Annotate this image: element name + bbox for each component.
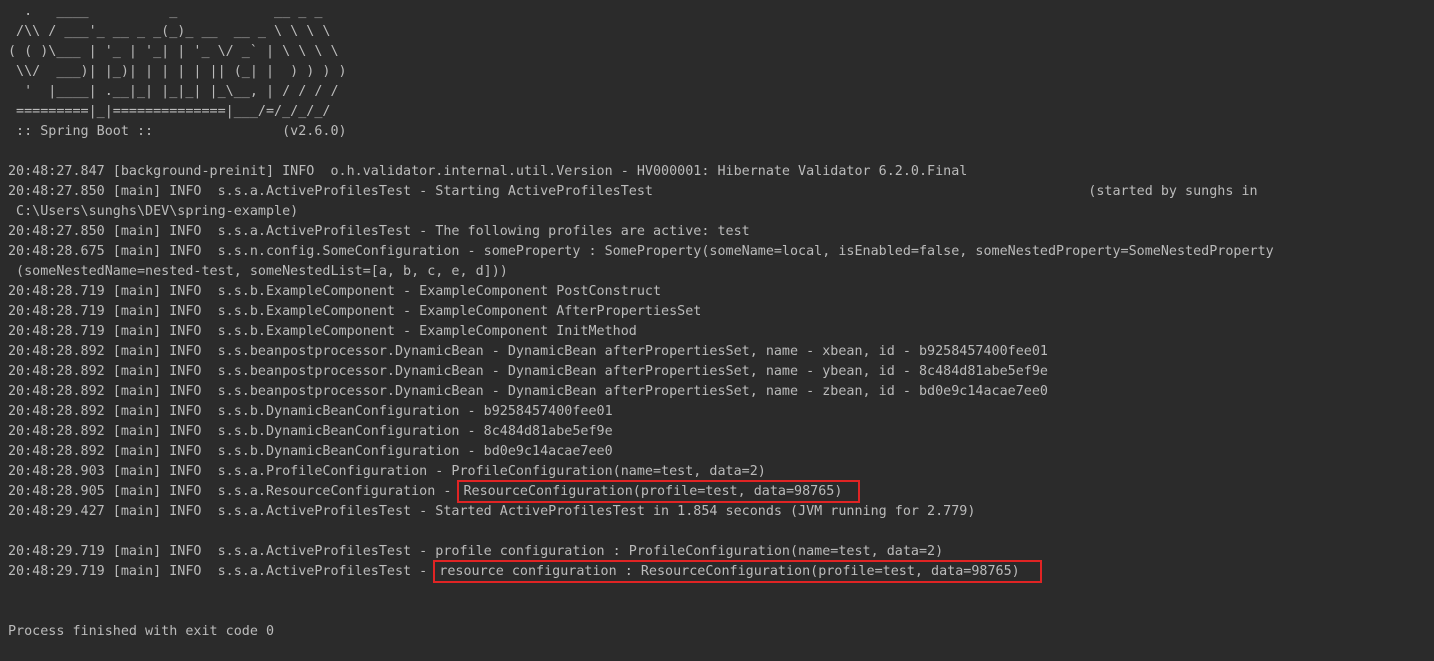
- log-line: 20:48:28.892 [main] INFO s.s.beanpostpro…: [8, 384, 1048, 399]
- log-line: 20:48:28.892 [main] INFO s.s.b.DynamicBe…: [8, 404, 613, 419]
- log-line: 20:48:29.427 [main] INFO s.s.a.ActivePro…: [8, 504, 976, 519]
- log-line: 20:48:28.892 [main] INFO s.s.b.DynamicBe…: [8, 424, 613, 439]
- log-prefix: 20:48:28.905 [main] INFO s.s.a.ResourceC…: [8, 484, 460, 499]
- banner-line: ' |____| .__|_| |_|_| |_\__, | / / / /: [8, 84, 339, 99]
- highlight-box-resource-configuration-test: resource configuration : ResourceConfigu…: [433, 560, 1042, 583]
- console-lines: . ____ _ __ _ _ /\\ / ___'_ __ _ _(_)_ _…: [8, 2, 1434, 642]
- log-line: 20:48:28.719 [main] INFO s.s.b.ExampleCo…: [8, 324, 637, 339]
- log-line: 20:48:28.892 [main] INFO s.s.beanpostpro…: [8, 344, 1048, 359]
- banner-version-line: :: Spring Boot :: (v2.6.0): [8, 124, 347, 139]
- exit-code-line: Process finished with exit code 0: [8, 624, 275, 639]
- console-output[interactable]: . ____ _ __ _ _ /\\ / ___'_ __ _ _(_)_ _…: [0, 0, 1434, 661]
- log-line: 20:48:28.892 [main] INFO s.s.beanpostpro…: [8, 364, 1048, 379]
- banner-line: ( ( )\___ | '_ | '_| | '_ \/ _` | \ \ \ …: [8, 44, 339, 59]
- log-line: 20:48:28.903 [main] INFO s.s.a.ProfileCo…: [8, 464, 766, 479]
- log-prefix: 20:48:29.719 [main] INFO s.s.a.ActivePro…: [8, 564, 436, 579]
- log-line: 20:48:28.719 [main] INFO s.s.b.ExampleCo…: [8, 284, 662, 299]
- log-line-highlighted: 20:48:28.905 [main] INFO s.s.a.ResourceC…: [8, 480, 1434, 503]
- banner-line: /\\ / ___'_ __ _ _(_)_ __ __ _ \ \ \ \: [8, 24, 331, 39]
- banner-line: =========|_|==============|___/=/_/_/_/: [8, 104, 331, 119]
- log-line: 20:48:28.892 [main] INFO s.s.b.DynamicBe…: [8, 444, 613, 459]
- log-line: 20:48:27.850 [main] INFO s.s.a.ActivePro…: [8, 224, 750, 239]
- log-line: 20:48:29.719 [main] INFO s.s.a.ActivePro…: [8, 544, 944, 559]
- log-line-highlighted: 20:48:29.719 [main] INFO s.s.a.ActivePro…: [8, 560, 1434, 583]
- log-line: (someNestedName=nested-test, someNestedL…: [8, 264, 508, 279]
- log-line: 20:48:27.847 [background-preinit] INFO o…: [8, 164, 968, 179]
- highlight-box-resource-configuration: ResourceConfiguration(profile=test, data…: [457, 480, 861, 503]
- log-line: C:\Users\sunghs\DEV\spring-example): [8, 204, 299, 219]
- log-line: 20:48:27.850 [main] INFO s.s.a.ActivePro…: [8, 184, 1258, 199]
- banner-line: . ____ _ __ _ _: [8, 4, 323, 19]
- banner-line: \\/ ___)| |_)| | | | | || (_| | ) ) ) ): [8, 64, 347, 79]
- log-line: 20:48:28.675 [main] INFO s.s.n.config.So…: [8, 244, 1274, 259]
- log-line: 20:48:28.719 [main] INFO s.s.b.ExampleCo…: [8, 304, 702, 319]
